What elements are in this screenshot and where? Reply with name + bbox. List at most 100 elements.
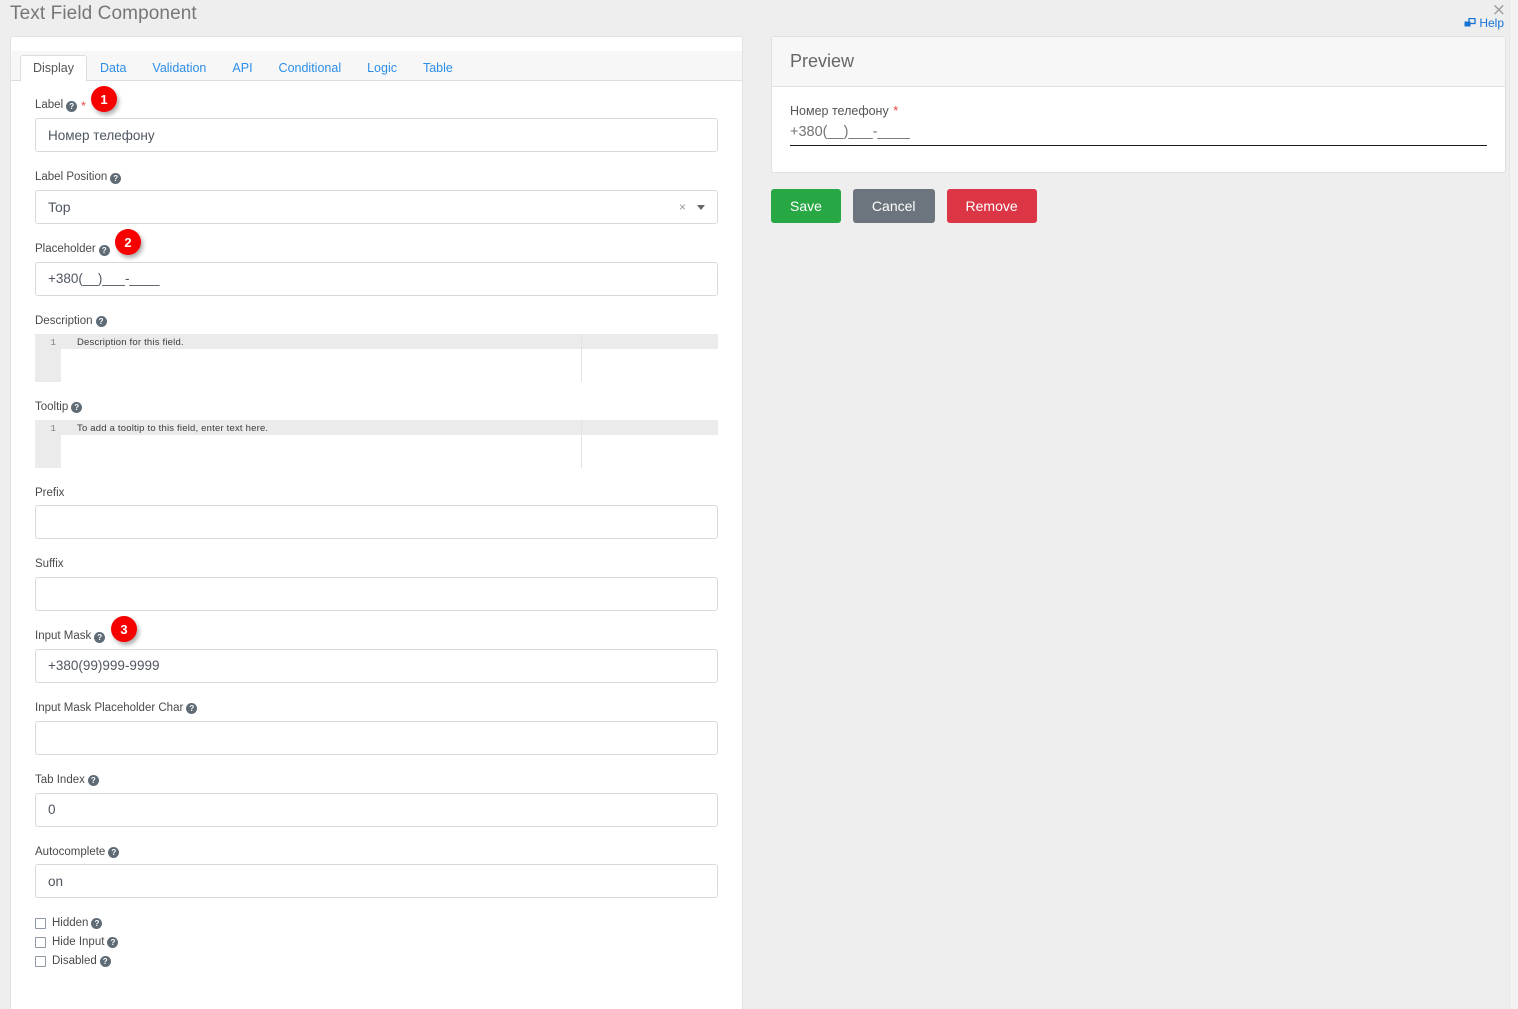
autocomplete-group: Autocomplete ? [35, 846, 718, 899]
preview-card: Preview Номер телефону * [771, 36, 1506, 173]
placeholder-field[interactable] [35, 261, 718, 296]
prefix-label-text: Prefix [35, 486, 65, 499]
label-field-group: Label ? * 1 [35, 86, 718, 153]
tooltip-label: Tooltip ? [35, 401, 718, 415]
hide-input-checkbox-label: Hide Input ? [52, 936, 119, 949]
action-buttons: Save Cancel Remove [771, 189, 1506, 223]
input-mask-group: Input Mask ? 3 [35, 616, 718, 683]
question-mark-icon[interactable]: ? [95, 316, 107, 328]
disabled-checkbox-label: Disabled ? [52, 955, 111, 967]
autocomplete-field[interactable] [35, 864, 718, 899]
question-mark-icon[interactable]: ? [71, 402, 83, 414]
hidden-label-text: Hidden [52, 917, 89, 930]
external-window-icon [1464, 17, 1476, 30]
preview-phone-input[interactable] [790, 122, 1487, 146]
placeholder-field-group: Placeholder ? 2 [35, 229, 718, 296]
autocomplete-label: Autocomplete ? [35, 846, 718, 860]
preview-title: Preview [772, 37, 1505, 87]
tab-index-label: Tab Index ? [35, 774, 718, 788]
label-field-label: Label ? * [35, 99, 718, 113]
step-badge-2: 2 [115, 229, 141, 256]
tab-conditional[interactable]: Conditional [266, 55, 355, 83]
settings-panel: Display Data Validation API Conditional … [10, 36, 743, 1009]
help-link[interactable]: Help [1464, 16, 1504, 30]
question-mark-icon[interactable]: ? [107, 936, 119, 948]
tab-table[interactable]: Table [410, 55, 466, 83]
tab-index-label-text: Tab Index [35, 773, 85, 786]
question-mark-icon[interactable]: ? [94, 631, 106, 643]
prefix-label: Prefix [35, 487, 718, 501]
tooltip-label-text: Tooltip [35, 400, 69, 413]
preview-field-label: Номер телефону * [790, 103, 1487, 118]
preview-field-label-text: Номер телефону [790, 104, 889, 118]
hidden-checkbox-label: Hidden ? [52, 917, 103, 930]
question-mark-icon[interactable]: ? [98, 244, 110, 256]
step-badge-1: 1 [91, 86, 117, 112]
tooltip-group: Tooltip ? 1 To add a tooltip to this fie… [35, 401, 718, 468]
question-mark-icon[interactable]: ? [186, 703, 198, 715]
label-position-label: Label Position ? [35, 171, 718, 185]
description-editor[interactable]: 1 Description for this field. [35, 333, 718, 382]
editor-print-margin [581, 333, 582, 382]
tooltip-editor-text: To add a tooltip to this field, enter te… [77, 422, 269, 434]
hidden-checkbox[interactable] [35, 917, 46, 929]
chevron-down-icon[interactable] [697, 204, 705, 210]
question-mark-icon[interactable]: ? [91, 917, 103, 929]
tab-api[interactable]: API [219, 55, 265, 83]
page-scrollbar[interactable] [1509, 0, 1518, 1009]
description-label: Description ? [35, 315, 718, 329]
label-position-select[interactable]: Top × [35, 190, 718, 225]
input-mask-placeholder-char-label: Input Mask Placeholder Char ? [35, 702, 718, 716]
disabled-checkbox-row[interactable]: Disabled ? [35, 955, 718, 967]
label-field[interactable] [35, 118, 718, 153]
label-position-value: Top [48, 199, 71, 216]
autocomplete-label-text: Autocomplete [35, 845, 106, 858]
suffix-field[interactable] [35, 577, 718, 612]
tab-validation[interactable]: Validation [139, 55, 219, 83]
tab-data[interactable]: Data [87, 55, 139, 83]
required-marker: * [81, 99, 86, 113]
editor-gutter: 1 [35, 333, 61, 382]
tab-index-group: Tab Index ? [35, 774, 718, 827]
clear-icon[interactable]: × [679, 200, 686, 214]
dialog-topbar: Text Field Component × Help [0, 0, 1518, 31]
save-button[interactable]: Save [771, 189, 841, 223]
settings-tabbar: Display Data Validation API Conditional … [11, 51, 742, 83]
placeholder-label-text: Placeholder [35, 243, 96, 256]
cancel-button[interactable]: Cancel [852, 189, 935, 223]
tab-logic[interactable]: Logic [354, 55, 410, 83]
preview-panel: Preview Номер телефону * Save Cancel Rem… [771, 36, 1506, 223]
label-position-group: Label Position ? Top × [35, 171, 718, 225]
remove-button[interactable]: Remove [946, 189, 1037, 223]
input-mask-placeholder-char-group: Input Mask Placeholder Char ? [35, 702, 718, 755]
help-label: Help [1479, 16, 1504, 30]
suffix-label: Suffix [35, 558, 718, 572]
question-mark-icon[interactable]: ? [99, 955, 111, 967]
tooltip-editor[interactable]: 1 To add a tooltip to this field, enter … [35, 419, 718, 468]
disabled-checkbox[interactable] [35, 955, 46, 967]
input-mask-label-text: Input Mask [35, 630, 92, 643]
hidden-checkbox-row[interactable]: Hidden ? [35, 917, 718, 929]
input-mask-placeholder-char-field[interactable] [35, 720, 718, 755]
hide-input-checkbox-row[interactable]: Hide Input ? [35, 936, 718, 948]
question-mark-icon[interactable]: ? [87, 775, 99, 787]
editor-gutter: 1 [35, 419, 61, 468]
description-group: Description ? 1 Description for this fie… [35, 315, 718, 382]
hide-input-label-text: Hide Input [52, 936, 105, 949]
tab-display[interactable]: Display [20, 54, 87, 82]
step-badge-3: 3 [111, 616, 137, 643]
prefix-field[interactable] [35, 505, 718, 540]
question-mark-icon[interactable]: ? [108, 846, 120, 858]
question-mark-icon[interactable]: ? [110, 172, 122, 184]
input-mask-field[interactable] [35, 648, 718, 683]
input-mask-placeholder-char-label-text: Input Mask Placeholder Char [35, 701, 184, 714]
suffix-group: Suffix [35, 558, 718, 612]
label-position-label-text: Label Position [35, 171, 108, 184]
tab-index-field[interactable] [35, 792, 718, 827]
label-field-label-text: Label [35, 99, 64, 112]
toggles-group: Hidden ? Hide Input ? Disabled ? [35, 917, 718, 967]
question-mark-icon[interactable]: ? [66, 100, 78, 112]
display-tab-panel: Label ? * 1 Label Position ? Top × [11, 81, 742, 967]
prefix-group: Prefix [35, 487, 718, 540]
hide-input-checkbox[interactable] [35, 936, 46, 948]
